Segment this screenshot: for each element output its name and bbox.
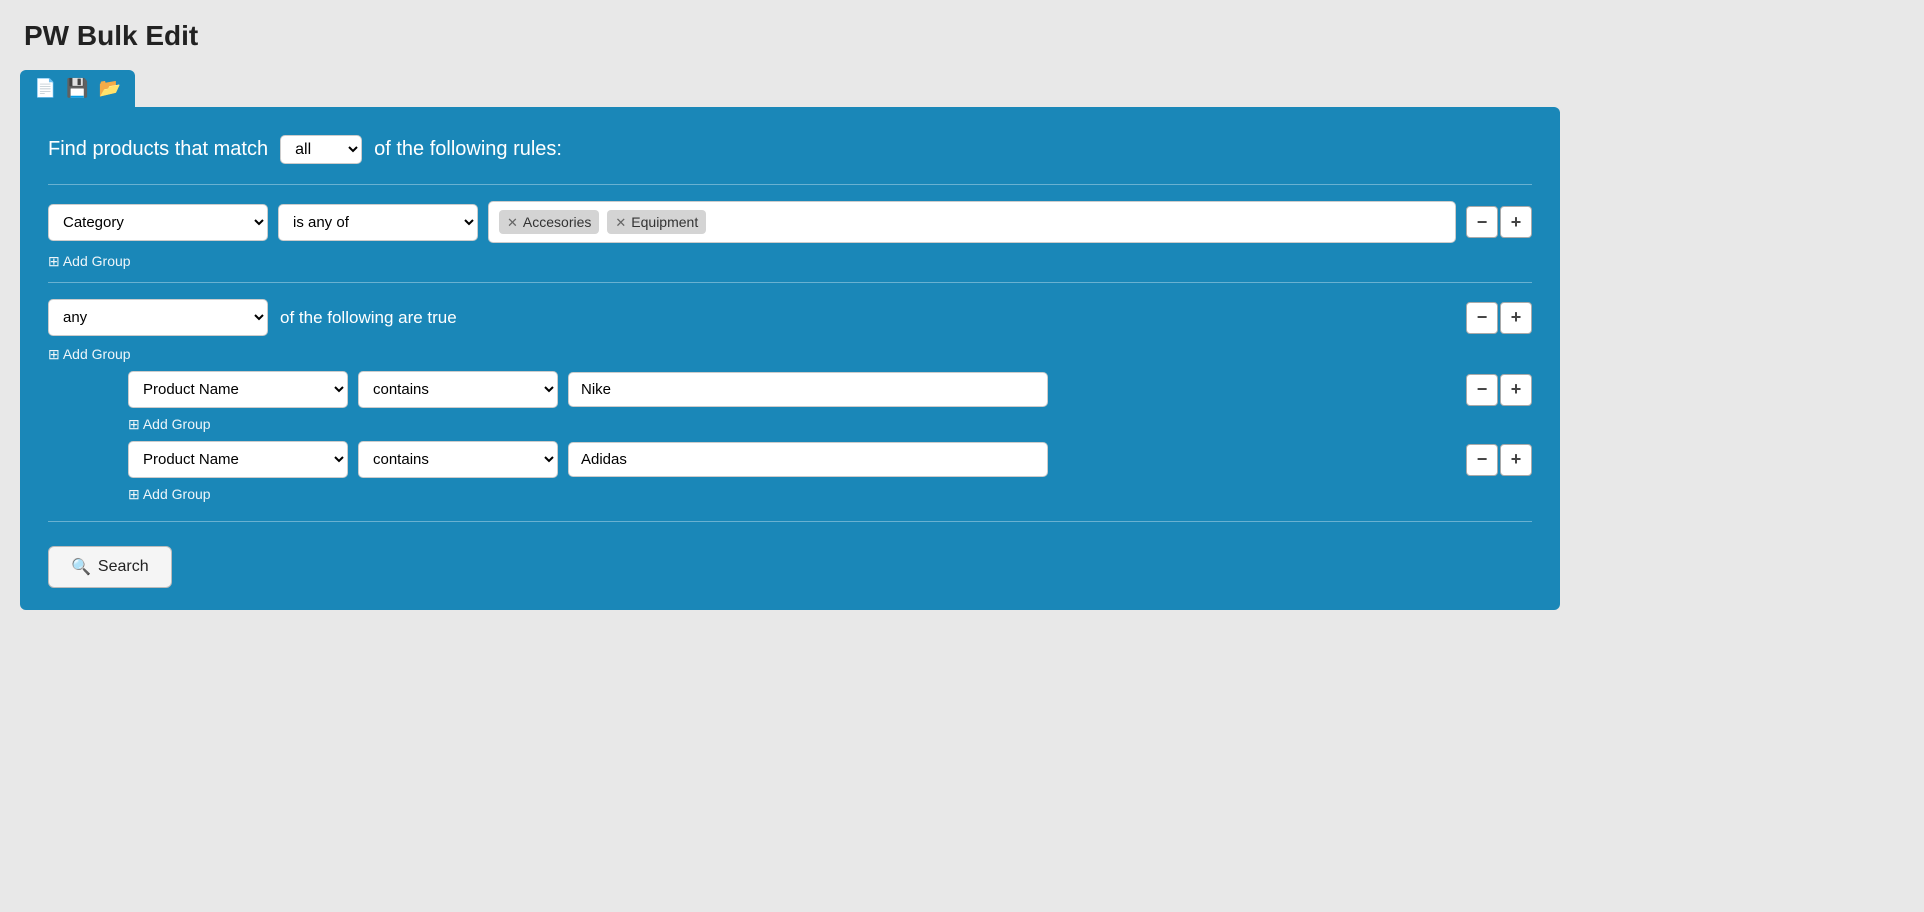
add-group-link-2[interactable]: ⊞ Add Group	[48, 346, 131, 363]
search-label: Search	[98, 558, 149, 576]
match-prefix: Find products that match	[48, 138, 268, 161]
value-input-3[interactable]	[568, 372, 1048, 407]
condition-select-1[interactable]: is any of is not contains does not conta…	[278, 204, 478, 241]
add-rule-4[interactable]: +	[1500, 444, 1532, 476]
new-doc-icon[interactable]: 📄	[34, 78, 56, 99]
any-row: any all of the following are true − +	[48, 299, 1532, 336]
add-group-link-1[interactable]: ⊞ Add Group	[48, 253, 131, 270]
any-select[interactable]: any all	[48, 299, 268, 336]
open-icon[interactable]: 📂	[99, 78, 121, 99]
rule-btn-group-3: − +	[1466, 374, 1532, 406]
match-header: Find products that match all any of the …	[48, 135, 1532, 164]
condition-select-4[interactable]: contains does not contain is is not	[358, 441, 558, 478]
toolbar-tab: 📄 💾 📂	[20, 70, 135, 107]
save-icon[interactable]: 💾	[66, 78, 88, 99]
tags-container-1: ✕ Accesories ✕ Equipment	[488, 201, 1456, 243]
remove-rule-3[interactable]: −	[1466, 374, 1498, 406]
field-select-3[interactable]: Product Name Category SKU Price	[128, 371, 348, 408]
rule-btn-group-1: − +	[1466, 206, 1532, 238]
nested-rule-row-1: Product Name Category SKU Price contains…	[128, 371, 1532, 408]
add-rule-2[interactable]: +	[1500, 302, 1532, 334]
search-button[interactable]: 🔍 Search	[48, 546, 172, 588]
add-group-link-3[interactable]: ⊞ Add Group	[128, 416, 211, 433]
add-rule-3[interactable]: +	[1500, 374, 1532, 406]
nested-group-1: Product Name Category SKU Price contains…	[48, 371, 1532, 511]
add-rule-1[interactable]: +	[1500, 206, 1532, 238]
search-icon: 🔍	[71, 557, 91, 577]
page-title: PW Bulk Edit	[24, 20, 1904, 52]
divider	[48, 521, 1532, 522]
tag-remove-equipment[interactable]: ✕	[615, 216, 626, 229]
rule-row-1: Category Product Name SKU Price is any o…	[48, 201, 1532, 243]
value-input-4[interactable]	[568, 442, 1048, 477]
match-select[interactable]: all any	[280, 135, 362, 164]
field-select-1[interactable]: Category Product Name SKU Price	[48, 204, 268, 241]
nested-rule-row-2: Product Name Category SKU Price contains…	[128, 441, 1532, 478]
tag-equipment: ✕ Equipment	[607, 210, 706, 234]
rule-group-1: Category Product Name SKU Price is any o…	[48, 184, 1532, 278]
match-suffix: of the following rules:	[374, 138, 562, 161]
rule-btn-group-2: − +	[1466, 302, 1532, 334]
add-group-link-4[interactable]: ⊞ Add Group	[128, 486, 211, 503]
tag-remove-accessories[interactable]: ✕	[507, 216, 518, 229]
tab-bar: 📄 💾 📂	[20, 70, 1904, 107]
remove-rule-4[interactable]: −	[1466, 444, 1498, 476]
remove-rule-2[interactable]: −	[1466, 302, 1498, 334]
rule-group-2: any all of the following are true − + ⊞ …	[48, 282, 1532, 511]
main-panel: Find products that match all any of the …	[20, 107, 1560, 610]
tag-accessories: ✕ Accesories	[499, 210, 599, 234]
remove-rule-1[interactable]: −	[1466, 206, 1498, 238]
rule-btn-group-4: − +	[1466, 444, 1532, 476]
field-select-4[interactable]: Product Name Category SKU Price	[128, 441, 348, 478]
any-row-text: of the following are true	[280, 308, 457, 328]
condition-select-3[interactable]: contains does not contain is is not	[358, 371, 558, 408]
